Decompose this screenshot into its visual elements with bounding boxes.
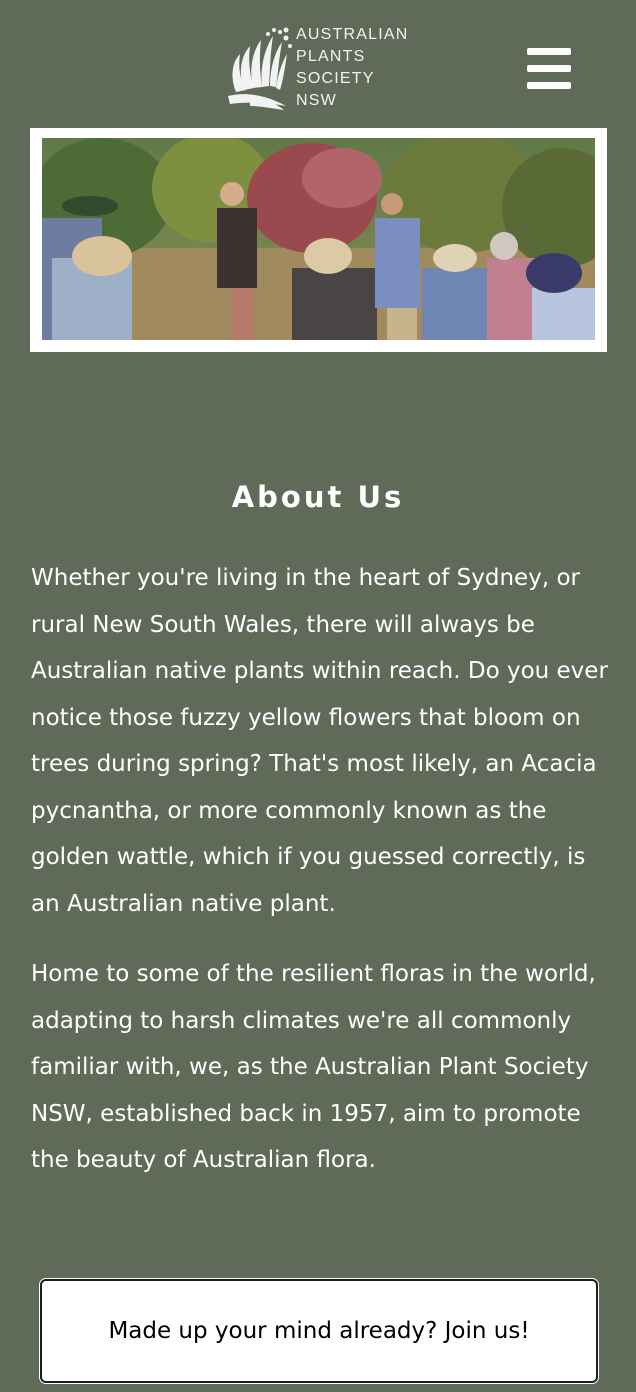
about-paragraph-1: Whether you're living in the heart of Sy…: [31, 565, 608, 917]
menu-bar: [527, 82, 571, 89]
hero-image-frame: [30, 128, 607, 352]
logo-wordmark: AUSTRALIAN PLANTS SOCIETY NSW: [296, 24, 408, 112]
about-us-heading: About Us: [231, 480, 405, 514]
menu-bar: [527, 48, 571, 55]
hero-photo: [42, 138, 595, 340]
logo-line: SOCIETY: [296, 70, 375, 87]
waratah-logo-icon: [228, 27, 292, 110]
logo-line: NSW: [296, 92, 337, 109]
logo-line: PLANTS: [296, 48, 366, 65]
join-us-button[interactable]: Made up your mind already? Join us!: [40, 1279, 598, 1383]
garden-group-photo: [42, 138, 595, 340]
hamburger-menu-icon[interactable]: [524, 46, 574, 92]
about-paragraph-2: Home to some of the resilient floras in …: [31, 961, 596, 1173]
aps-nsw-logo[interactable]: AUSTRALIAN PLANTS SOCIETY NSW: [224, 22, 424, 114]
logo-line: AUSTRALIAN: [296, 26, 409, 43]
menu-bar: [527, 65, 571, 72]
site-header: AUSTRALIAN PLANTS SOCIETY NSW: [0, 0, 636, 138]
join-us-label: Made up your mind already? Join us!: [108, 1318, 530, 1344]
